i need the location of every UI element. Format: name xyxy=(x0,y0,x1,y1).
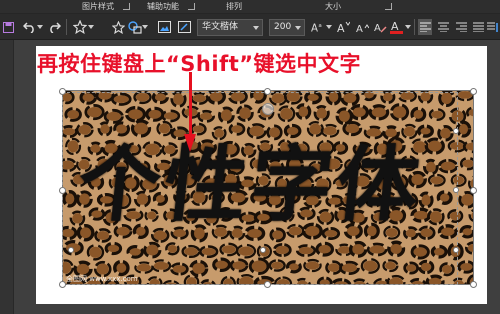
app-window: 图片样式 辅助功能 排列 大小 华文楷体 200 A a A A A A 个性字… xyxy=(0,0,500,314)
clear-format-icon[interactable]: A xyxy=(373,19,387,35)
shrink-font-icon[interactable]: A xyxy=(337,19,350,35)
align-left-icon[interactable] xyxy=(418,19,432,35)
styled-text-box[interactable]: 个性字体 xyxy=(72,135,464,245)
resize-handle-top[interactable] xyxy=(264,88,271,95)
accessibility-launcher[interactable] xyxy=(188,3,195,10)
slide-thumbnail-strip xyxy=(0,40,14,314)
font-name-dropdown-icon[interactable] xyxy=(253,26,259,30)
font-size-dropdown-icon[interactable] xyxy=(295,26,301,30)
resize-handle-bottom-right[interactable] xyxy=(470,281,477,288)
text-handle-bottom-right[interactable] xyxy=(453,247,459,253)
rotate-handle[interactable] xyxy=(262,103,274,115)
font-case-dropdown-icon[interactable] xyxy=(326,19,332,35)
size-launcher[interactable] xyxy=(385,3,392,10)
resize-handle-left[interactable] xyxy=(59,187,66,194)
resize-handle-top-right[interactable] xyxy=(470,88,477,95)
shape-dropdown-icon[interactable] xyxy=(142,19,148,35)
image-icon[interactable] xyxy=(157,19,171,35)
svg-text:A: A xyxy=(337,22,345,33)
resize-handle-bottom-left[interactable] xyxy=(59,281,66,288)
svg-text:A: A xyxy=(356,24,363,33)
text-direction-icon[interactable] xyxy=(486,19,499,35)
font-size-value: 200 xyxy=(274,22,292,32)
svg-text:A: A xyxy=(374,23,381,33)
font-case-icon[interactable]: A xyxy=(356,19,369,35)
resize-handle-bottom[interactable] xyxy=(264,281,271,288)
resize-handle-top-left[interactable] xyxy=(59,88,66,95)
annotation-arrow-shaft xyxy=(189,72,192,138)
text-handle-top-right[interactable] xyxy=(453,128,459,134)
resize-handle-right[interactable] xyxy=(470,187,477,194)
redo-icon[interactable] xyxy=(48,19,61,35)
font-color-icon[interactable]: A xyxy=(389,19,403,35)
justify-icon[interactable] xyxy=(471,19,485,35)
group-picture-style: 图片样式 xyxy=(82,2,114,11)
font-name-value: 华文楷体 xyxy=(202,22,239,32)
undo-icon[interactable] xyxy=(22,19,36,35)
svg-text:A: A xyxy=(311,24,318,33)
group-arrange: 排列 xyxy=(226,2,242,11)
grow-font-icon[interactable]: Aa xyxy=(311,19,324,35)
star-dropdown-icon[interactable] xyxy=(88,19,94,35)
picture-style-launcher[interactable] xyxy=(123,3,130,10)
font-name-combo[interactable]: 华文楷体 xyxy=(197,19,263,36)
save-icon[interactable] xyxy=(2,19,14,35)
picture-edit-icon[interactable] xyxy=(177,19,191,35)
tutorial-annotation: 再按住键盘上“Shift”键选中文字 xyxy=(37,52,362,76)
annotation-arrow-head xyxy=(184,134,196,152)
text-handle-bottom[interactable] xyxy=(260,247,266,253)
undo-dropdown-icon[interactable] xyxy=(37,19,43,35)
quick-toolbar: 华文楷体 200 Aa A A A A xyxy=(0,14,500,40)
text-handle-right[interactable] xyxy=(453,187,459,193)
svg-text:a: a xyxy=(318,23,321,29)
image-watermark: 全图网 www.xxx.com xyxy=(66,275,138,283)
shape-star-icon[interactable] xyxy=(72,19,87,35)
font-size-combo[interactable]: 200 xyxy=(269,19,305,36)
align-right-icon[interactable] xyxy=(454,19,468,35)
ribbon-group-bar: 图片样式 辅助功能 排列 大小 xyxy=(0,0,500,14)
shape-group-icon[interactable] xyxy=(128,19,142,35)
align-center-icon[interactable] xyxy=(436,19,450,35)
shape-star-outline-icon[interactable] xyxy=(112,19,125,35)
group-size: 大小 xyxy=(325,2,341,11)
text-handle-bottom-left[interactable] xyxy=(68,247,74,253)
font-color-dropdown-icon[interactable] xyxy=(405,19,411,35)
group-accessibility: 辅助功能 xyxy=(147,2,179,11)
